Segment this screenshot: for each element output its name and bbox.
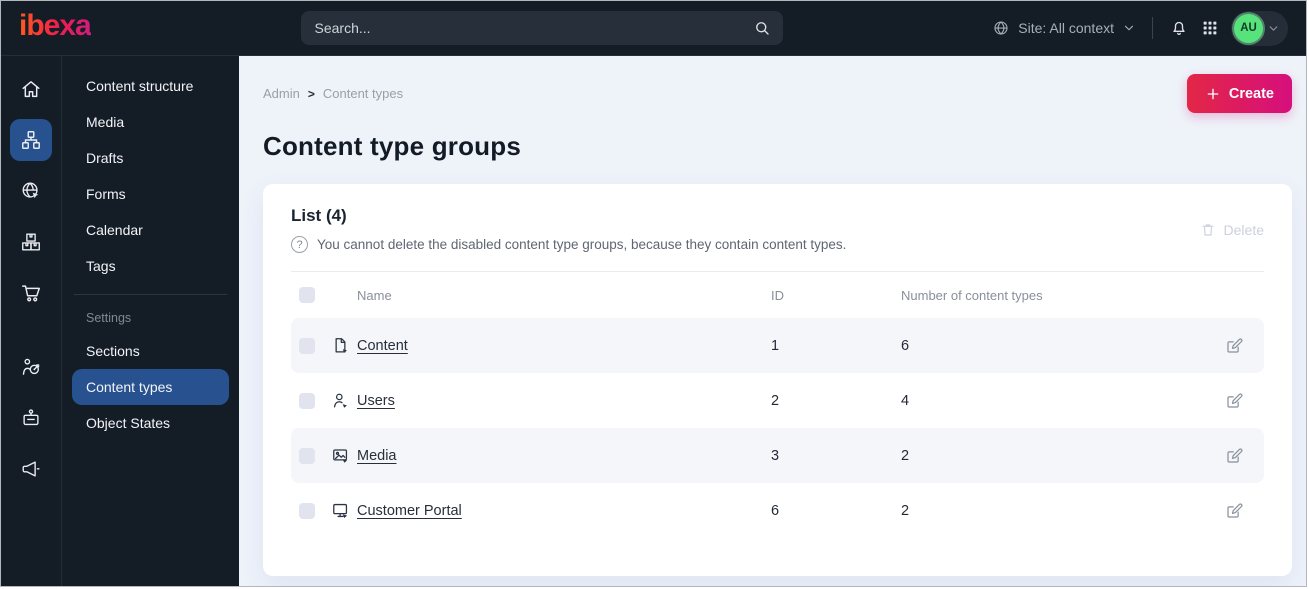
globe-cursor-icon[interactable]: [10, 170, 52, 212]
list-count-title: List (4): [291, 206, 347, 225]
chevron-down-icon: [1122, 21, 1136, 35]
breadcrumb-content-types: Content types: [322, 86, 404, 101]
table-row: Customer Portal 6 2: [291, 483, 1264, 538]
edit-icon[interactable]: [1212, 337, 1256, 355]
list-info-text: You cannot delete the disabled content t…: [317, 237, 847, 252]
sidebar-item-content-structure[interactable]: Content structure: [72, 68, 229, 104]
delete-button[interactable]: Delete: [1200, 222, 1264, 238]
site-context-label: Site: All context: [1018, 20, 1114, 36]
chevron-down-icon: [1267, 22, 1280, 35]
group-count: 2: [901, 447, 910, 464]
column-header-count: Number of content types: [901, 287, 1043, 303]
sidebar-item-tags[interactable]: Tags: [72, 248, 229, 284]
sidebar-divider: [74, 294, 227, 295]
group-id: 3: [771, 447, 780, 464]
group-count: 6: [901, 337, 910, 354]
group-link[interactable]: Media: [357, 448, 397, 464]
table-header-row: Name ID Number of content types: [291, 272, 1264, 318]
group-id: 6: [771, 502, 780, 519]
row-checkbox[interactable]: [299, 337, 315, 354]
avatar: AU: [1234, 13, 1263, 43]
help-icon: ?: [291, 236, 308, 253]
group-link[interactable]: Content: [357, 338, 408, 354]
topbar: ibexa Site: All context: [1, 1, 1306, 56]
user-menu[interactable]: AU: [1231, 10, 1288, 46]
select-all-checkbox[interactable]: [299, 287, 315, 303]
group-count: 4: [901, 392, 910, 409]
sitemap-icon[interactable]: [10, 119, 52, 161]
sidebar: Content structure Media Drafts Forms Cal…: [61, 56, 239, 586]
content-type-groups-table: Name ID Number of content types Content …: [291, 272, 1264, 538]
edit-icon[interactable]: [1212, 447, 1256, 465]
content-type-groups-card: List (4) ? You cannot delete the disable…: [263, 184, 1292, 576]
group-id: 2: [771, 392, 780, 409]
group-link[interactable]: Customer Portal: [357, 503, 462, 519]
cart-icon[interactable]: [10, 272, 52, 314]
app-grid-icon[interactable]: [1201, 19, 1219, 37]
search-icon[interactable]: [753, 19, 771, 37]
megaphone-icon[interactable]: [10, 448, 52, 490]
media-image-icon: [331, 446, 357, 465]
sidebar-item-forms[interactable]: Forms: [72, 176, 229, 212]
home-icon[interactable]: [10, 68, 52, 110]
edit-icon[interactable]: [1212, 392, 1256, 410]
global-search[interactable]: [300, 11, 783, 45]
row-checkbox[interactable]: [299, 502, 315, 519]
boxes-icon[interactable]: [10, 221, 52, 263]
table-row: Users 2 4: [291, 373, 1264, 428]
column-header-name: Name: [357, 287, 392, 303]
topbar-divider: [1152, 17, 1153, 39]
sidebar-item-object-states[interactable]: Object States: [72, 405, 229, 441]
users-icon: [331, 391, 357, 410]
sidebar-settings-header: Settings: [86, 311, 132, 325]
breadcrumb: Admin > Content types: [263, 86, 403, 101]
table-row: Content 1 6: [291, 318, 1264, 373]
monitor-icon: [331, 501, 357, 520]
delete-button-label: Delete: [1223, 221, 1264, 238]
ibexa-logo[interactable]: ibexa: [19, 11, 92, 45]
trash-icon: [1200, 222, 1216, 238]
topbar-right: Site: All context AU: [992, 10, 1288, 46]
sidebar-item-sections[interactable]: Sections: [72, 333, 229, 369]
notifications-bell-icon[interactable]: [1169, 18, 1189, 38]
create-button-label: Create: [1228, 85, 1274, 102]
sidebar-item-media[interactable]: Media: [72, 104, 229, 140]
sidebar-item-calendar[interactable]: Calendar: [72, 212, 229, 248]
search-input[interactable]: [314, 20, 753, 36]
breadcrumb-admin[interactable]: Admin: [263, 86, 300, 101]
sidebar-item-drafts[interactable]: Drafts: [72, 140, 229, 176]
group-id: 1: [771, 337, 780, 354]
row-checkbox[interactable]: [299, 447, 315, 464]
globe-icon: [992, 19, 1010, 37]
site-context-selector[interactable]: Site: All context: [992, 19, 1136, 37]
edit-icon[interactable]: [1212, 502, 1256, 520]
briefcase-icon[interactable]: [10, 397, 52, 439]
group-link[interactable]: Users: [357, 393, 395, 409]
main-content: Admin > Content types Create Content typ…: [239, 56, 1306, 586]
icon-rail: [1, 56, 61, 586]
column-header-id: ID: [771, 287, 784, 303]
plus-icon: [1205, 86, 1221, 102]
page-title: Content type groups: [263, 131, 522, 161]
target-user-icon[interactable]: [10, 346, 52, 388]
group-count: 2: [901, 502, 910, 519]
row-checkbox[interactable]: [299, 392, 315, 409]
breadcrumb-separator: >: [307, 86, 315, 101]
table-row: Media 3 2: [291, 428, 1264, 483]
content-file-icon: [331, 336, 357, 355]
app-window: ibexa Site: All context: [0, 0, 1307, 587]
sidebar-item-content-types[interactable]: Content types: [72, 369, 229, 405]
create-button[interactable]: Create: [1186, 74, 1292, 113]
